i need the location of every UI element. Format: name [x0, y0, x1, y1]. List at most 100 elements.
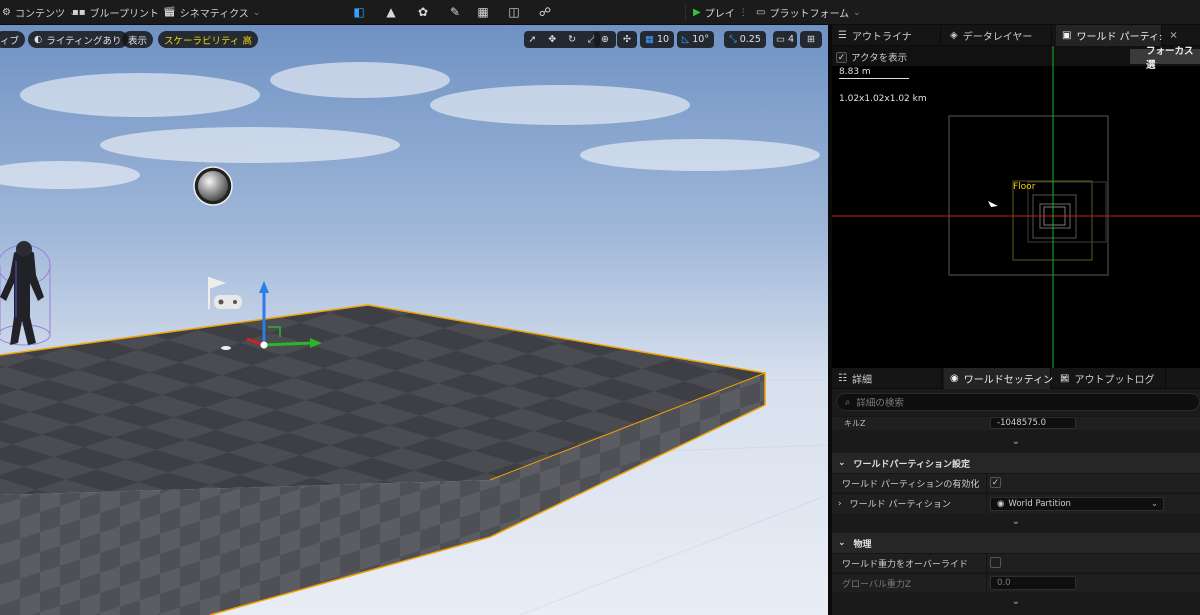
- override-gravity-checkbox[interactable]: [990, 557, 1001, 568]
- tab-outliner-label: アウトライナ: [851, 32, 912, 43]
- tab-details[interactable]: ☷ 詳細: [832, 368, 942, 389]
- section-world-partition-label: ワールドパーティション設定: [853, 459, 971, 470]
- scalability-dropdown[interactable]: スケーラビリティ 高: [158, 31, 258, 48]
- global-gravity-row: グローバル重力Z 0.0: [832, 573, 1200, 592]
- details-icon: ☷: [838, 373, 847, 384]
- camera-speed-button[interactable]: ▭ 4: [773, 31, 797, 48]
- camera-speed-value: 4: [787, 34, 795, 45]
- tab-output-log[interactable]: ▤ アウトプットログ: [1054, 368, 1166, 389]
- layers-icon: ◈: [950, 30, 958, 41]
- clipped-property-row: キルZ -1048575.0: [832, 416, 1200, 430]
- brush-mode-icon[interactable]: ◫: [505, 3, 523, 21]
- global-gravity-field[interactable]: 0.0: [990, 576, 1076, 590]
- scale-snap-value: 0.25: [739, 34, 761, 45]
- section-physics[interactable]: ⌄ 物理: [832, 533, 1200, 553]
- camera-speed-icon: ▭: [775, 34, 785, 45]
- surface-snap-icon[interactable]: ✣: [617, 31, 637, 48]
- perspective-dropdown[interactable]: ィブ: [0, 31, 26, 48]
- world-settings-icon: ◉: [950, 373, 959, 384]
- close-icon[interactable]: ×: [1169, 30, 1177, 41]
- global-gravity-value: 0.0: [997, 578, 1011, 588]
- maximize-viewport-icon[interactable]: ⊞: [800, 31, 822, 48]
- expand-advanced-icon[interactable]: ⌄: [832, 436, 1200, 452]
- blueprint-icon: ▪▪: [72, 7, 86, 18]
- search-placeholder: 詳細の検索: [856, 398, 904, 409]
- lighting-label: ライティングあり: [46, 35, 122, 47]
- focus-button-label: フォーカス選: [1146, 46, 1194, 71]
- tab-output-log-label: アウトプットログ: [1074, 375, 1155, 386]
- content-menu[interactable]: ⚙ コンテンツ ⌄: [2, 4, 77, 21]
- section-world-partition[interactable]: ⌄ ワールドパーティション設定: [832, 453, 1200, 473]
- cinematics-menu[interactable]: 🎬︎ シネマティクス ⌄: [163, 4, 260, 21]
- enable-wp-checkbox[interactable]: ✓: [990, 477, 1001, 488]
- tab-data-layers[interactable]: ◈ データレイヤー: [944, 25, 1052, 46]
- level-viewport[interactable]: ィブ ◐ ライティングあり 表示 スケーラビリティ 高 ➚ ✥ ↻ ⤢ ⊕ ✣ …: [0, 25, 828, 615]
- details-panel: ⌕ 詳細の検索 キルZ -1048575.0 ⌄ ⌄ ワールドパーティション設定…: [832, 389, 1200, 615]
- translate-tool-icon[interactable]: ✥: [548, 34, 556, 45]
- grid-snap-button[interactable]: ▦ 10: [640, 31, 674, 48]
- blueprint-menu[interactable]: ▪▪ ブループリント ⌄: [72, 4, 171, 21]
- world-partition-label: ワールド パーティション: [849, 500, 951, 510]
- lighting-icon: ◐: [34, 34, 43, 45]
- content-icon: ⚙: [2, 7, 11, 18]
- show-dropdown[interactable]: 表示: [122, 31, 154, 48]
- tab-outliner[interactable]: ☰ アウトライナ: [832, 25, 941, 46]
- paint-mode-icon[interactable]: ✎: [446, 3, 464, 21]
- expand-advanced-icon[interactable]: ⌄: [832, 596, 1200, 612]
- world-partition-value: World Partition: [1008, 499, 1071, 509]
- select-tool-icon[interactable]: ➚: [528, 34, 536, 45]
- details-search-input[interactable]: ⌕ 詳細の検索: [836, 393, 1200, 411]
- outliner-icon: ☰: [838, 30, 847, 41]
- scalability-label: スケーラビリティ 高: [164, 35, 252, 47]
- select-mode-icon[interactable]: ◧: [350, 3, 368, 21]
- tab-details-label: 詳細: [851, 375, 872, 386]
- tab-data-layers-label: データレイヤー: [962, 32, 1033, 43]
- map-scale-bar: [839, 78, 909, 79]
- scale-snap-button[interactable]: ⤡ 0.25: [724, 31, 766, 48]
- world-partition-select[interactable]: ◉ World Partition ⌄: [990, 497, 1164, 511]
- search-icon: ⌕: [845, 396, 851, 408]
- unreal-logo-icon: ◉: [997, 499, 1005, 509]
- animation-mode-icon[interactable]: ☍: [536, 3, 554, 21]
- blueprint-label: ブループリント: [89, 9, 159, 20]
- enable-world-partition-row: ワールド パーティションの有効化 ✓: [832, 473, 1200, 492]
- tab-world-settings[interactable]: ◉ ワールドセッティン ×: [944, 368, 1069, 389]
- foliage-mode-icon[interactable]: ✿: [414, 3, 432, 21]
- rotation-snap-button[interactable]: ◺ 10°: [677, 31, 714, 48]
- content-label: コンテンツ: [14, 9, 65, 20]
- section-physics-label: 物理: [853, 539, 872, 550]
- world-partition-map[interactable]: ✓ アクタを表示 フォーカス選 8.83 m 1.02x1.02x1.02 km…: [832, 46, 1200, 368]
- enable-wp-label: ワールド パーティションの有効化: [842, 479, 980, 490]
- rotation-snap-icon: ◺: [681, 34, 690, 45]
- scale-snap-icon: ⤡: [729, 34, 737, 45]
- landscape-mode-icon[interactable]: ▲: [382, 3, 400, 21]
- kill-z-field[interactable]: -1048575.0: [990, 417, 1076, 429]
- wp-toolbar: ✓ アクタを表示 フォーカス選: [832, 46, 1200, 71]
- chevron-right-icon[interactable]: ›: [832, 499, 842, 509]
- view-mode-dropdown[interactable]: ◐ ライティングあり: [28, 31, 128, 48]
- platform-menu[interactable]: ▭ プラットフォーム ⌄: [756, 4, 861, 21]
- show-actors-toggle[interactable]: ✓ アクタを表示: [836, 50, 907, 64]
- outliner-tabbar: ☰ アウトライナ ◈ データレイヤー ▣ ワールド パーティ: ×: [832, 25, 1200, 46]
- play-button[interactable]: ▶ プレイ ⋮: [693, 4, 748, 21]
- fracture-mode-icon[interactable]: ▦: [474, 3, 492, 21]
- viewport-scene[interactable]: [0, 25, 828, 615]
- expand-advanced-icon[interactable]: ⌄: [832, 516, 1200, 532]
- tab-world-partition[interactable]: ▣ ワールド パーティ: ×: [1056, 25, 1178, 46]
- rotate-tool-icon[interactable]: ↻: [568, 34, 576, 45]
- chevron-down-icon: ⌄: [838, 538, 846, 548]
- tab-world-settings-label: ワールドセッティン: [963, 375, 1054, 386]
- map-size-label: 1.02x1.02x1.02 km: [839, 94, 927, 104]
- world-partition-row: › ワールド パーティション ◉ World Partition ⌄: [832, 493, 1200, 513]
- checkbox-checked-icon[interactable]: ✓: [836, 51, 847, 63]
- perspective-label: ィブ: [0, 35, 20, 47]
- show-label: 表示: [128, 35, 148, 47]
- platform-dropdown-icon: ⌄: [853, 7, 861, 18]
- focus-selection-button[interactable]: フォーカス選: [1130, 46, 1200, 71]
- transform-tools: ➚ ✥ ↻ ⤢: [524, 31, 600, 48]
- kill-z-value: -1048575.0: [997, 418, 1047, 428]
- output-log-icon: ▤: [1060, 373, 1070, 384]
- floor-map-label[interactable]: Floor: [1013, 182, 1035, 192]
- world-local-icon[interactable]: ⊕: [594, 31, 616, 48]
- world-partition-icon: ▣: [1062, 30, 1072, 41]
